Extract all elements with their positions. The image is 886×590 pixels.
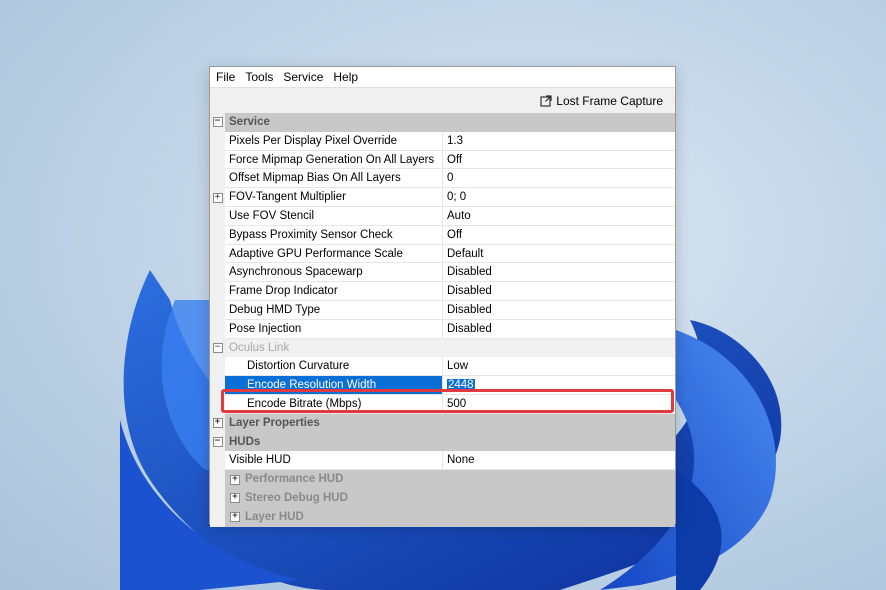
properties-window: File Tools Service Help Lost Frame Captu… [209, 66, 676, 527]
menu-tools[interactable]: Tools [243, 70, 279, 84]
property-value[interactable]: None [443, 451, 675, 471]
property-row[interactable]: Pose Injection Disabled [210, 319, 675, 339]
property-value[interactable]: 1.3 [443, 131, 675, 151]
menu-file[interactable]: File [214, 70, 241, 84]
annotation-highlight-box [221, 389, 674, 413]
property-row[interactable]: Force Mipmap Generation On All Layers Of… [210, 150, 675, 170]
category-huds[interactable]: − HUDs [210, 432, 675, 452]
property-name: Force Mipmap Generation On All Layers [225, 150, 443, 170]
menu-bar: File Tools Service Help [210, 67, 675, 87]
property-name: Frame Drop Indicator [225, 282, 443, 301]
subcategory-stereo-debug-hud[interactable]: + Stereo Debug HUD [210, 488, 675, 508]
property-name: Offset Mipmap Bias On All Layers [225, 169, 443, 189]
property-value[interactable]: Low [443, 357, 675, 377]
property-value[interactable]: Default [443, 244, 675, 264]
property-value[interactable]: 0; 0 [443, 188, 675, 207]
category-oculus-link[interactable]: − Oculus Link [210, 338, 675, 358]
subcategory-label: Stereo Debug HUD [245, 491, 348, 504]
property-row[interactable]: + FOV-Tangent Multiplier 0; 0 [210, 188, 675, 207]
property-name: Debug HMD Type [225, 300, 443, 320]
expand-icon[interactable]: + [230, 493, 240, 504]
collapse-icon[interactable]: − [212, 117, 223, 128]
property-name: Distortion Curvature [225, 357, 443, 377]
menu-help[interactable]: Help [331, 70, 364, 84]
property-row[interactable]: Use FOV Stencil Auto [210, 206, 675, 226]
property-row[interactable]: Frame Drop Indicator Disabled [210, 282, 675, 301]
property-name: Pixels Per Display Pixel Override [225, 131, 443, 151]
property-value[interactable]: Disabled [443, 282, 675, 301]
lost-frame-capture-label: Lost Frame Capture [556, 93, 663, 108]
property-value[interactable]: Disabled [443, 300, 675, 320]
property-name: Asynchronous Spacewarp [225, 263, 443, 283]
subcategory-performance-hud[interactable]: + Performance HUD [210, 470, 675, 489]
property-row[interactable]: Offset Mipmap Bias On All Layers 0 [210, 169, 675, 189]
property-row[interactable]: Adaptive GPU Performance Scale Default [210, 244, 675, 264]
category-label: HUDs [229, 435, 261, 448]
menu-service[interactable]: Service [281, 70, 329, 84]
property-grid: − Service Pixels Per Display Pixel Overr… [210, 113, 675, 527]
subcategory-label: Layer HUD [245, 510, 304, 523]
property-row[interactable]: Bypass Proximity Sensor Check Off [210, 225, 675, 245]
subcategory-layer-hud[interactable]: + Layer HUD [210, 507, 675, 527]
expand-icon[interactable]: + [212, 192, 223, 203]
property-name: Use FOV Stencil [225, 206, 443, 226]
collapse-icon[interactable]: − [212, 342, 223, 353]
property-row[interactable]: Distortion Curvature Low [210, 357, 675, 377]
expand-icon[interactable]: + [212, 418, 223, 429]
lost-frame-capture-button[interactable]: Lost Frame Capture [540, 94, 663, 108]
expand-icon[interactable]: + [230, 512, 240, 523]
category-label: Service [229, 116, 270, 128]
subcategory-label: Performance HUD [245, 473, 344, 486]
property-row[interactable]: Asynchronous Spacewarp Disabled [210, 263, 675, 283]
category-layer-properties[interactable]: + Layer Properties [210, 413, 675, 433]
property-row[interactable]: Debug HMD Type Disabled [210, 300, 675, 320]
category-service[interactable]: − Service [210, 113, 675, 132]
property-name: Pose Injection [225, 319, 443, 339]
collapse-icon[interactable]: − [212, 436, 223, 447]
expand-icon[interactable]: + [230, 474, 240, 485]
property-value[interactable]: Off [443, 150, 675, 170]
category-label: Layer Properties [229, 416, 320, 429]
property-value[interactable]: Auto [443, 206, 675, 226]
category-label: Oculus Link [229, 341, 290, 354]
property-value[interactable]: Disabled [443, 319, 675, 339]
property-row[interactable]: Pixels Per Display Pixel Override 1.3 [210, 131, 675, 151]
property-name: Bypass Proximity Sensor Check [225, 225, 443, 245]
external-link-icon [540, 94, 552, 107]
property-value[interactable]: 0 [443, 169, 675, 189]
property-name: FOV-Tangent Multiplier [225, 188, 443, 207]
property-value[interactable]: Off [443, 225, 675, 245]
property-row[interactable]: Visible HUD None [210, 451, 675, 471]
property-name: Visible HUD [225, 451, 443, 471]
toolbar: Lost Frame Capture [210, 87, 675, 114]
property-value[interactable]: Disabled [443, 263, 675, 283]
property-name: Adaptive GPU Performance Scale [225, 244, 443, 264]
